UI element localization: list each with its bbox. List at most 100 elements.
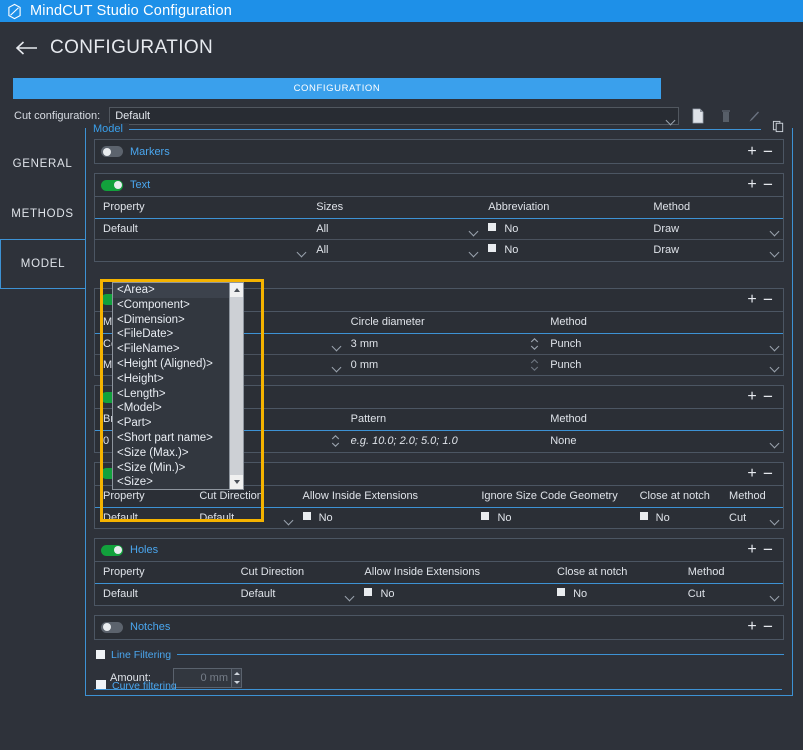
dropdown-option[interactable]: <Model>	[113, 401, 229, 416]
dropdown-scrollbar[interactable]	[229, 283, 243, 489]
cell-allow-inside[interactable]: No	[344, 584, 549, 605]
text-toggle[interactable]	[101, 179, 123, 191]
notches-add-button[interactable]: +	[744, 619, 760, 635]
dropdown-option[interactable]: <Short part name>	[113, 431, 229, 446]
dropdown-option[interactable]: <Height (Aligned)>	[113, 357, 229, 372]
dropdown-option[interactable]: <Component>	[113, 298, 229, 313]
cell-cut-direction[interactable]: Default	[191, 507, 294, 528]
table-row[interactable]: Default Default No No	[95, 584, 783, 605]
cell-method-value: Punch	[550, 358, 582, 371]
amount-stepper-buttons[interactable]	[231, 667, 242, 688]
col-sizes: Sizes	[308, 197, 481, 219]
dropdown-option[interactable]: <Height>	[113, 372, 229, 387]
contour-add-button[interactable]: +	[744, 465, 760, 481]
spinner-icon[interactable]	[331, 434, 340, 448]
cell-method[interactable]: Cut	[721, 507, 783, 528]
holes-add-button[interactable]: +	[744, 542, 760, 558]
holes-remove-button[interactable]: −	[760, 541, 776, 558]
dropdown-option[interactable]: <Dimension>	[113, 313, 229, 328]
cell-abbreviation[interactable]: No	[468, 218, 646, 240]
dropdown-option[interactable]: <Part>	[113, 416, 229, 431]
abbreviation-checkbox[interactable]	[488, 223, 497, 231]
dropdown-option[interactable]: <Size (Max.)>	[113, 446, 229, 461]
table-row[interactable]: Default Default No No	[95, 507, 783, 528]
notches-remove-button[interactable]: −	[760, 618, 776, 635]
cell-method[interactable]: Cut	[680, 584, 783, 605]
break-remove-button[interactable]: −	[760, 388, 776, 405]
allow-inside-checkbox[interactable]	[302, 511, 311, 520]
cut-configuration-label: Cut configuration:	[14, 110, 101, 122]
tab-configuration[interactable]: CONFIGURATION	[13, 78, 661, 99]
cell-abbreviation[interactable]: No	[468, 240, 645, 261]
scrollbar-thumb[interactable]	[230, 297, 243, 475]
holes-toggle[interactable]	[101, 544, 123, 556]
table-row[interactable]: All No Draw	[95, 240, 783, 261]
page-header: CONFIGURATION	[0, 22, 803, 74]
allow-inside-checkbox[interactable]	[364, 588, 373, 597]
notches-toggle[interactable]	[101, 621, 123, 633]
arrow-up-icon[interactable]	[232, 669, 241, 678]
dropdown-option[interactable]: <Area>	[113, 283, 229, 298]
cell-ignore-size-value: No	[497, 511, 512, 524]
curve-filtering-group-clipped[interactable]: Curve filtering	[96, 680, 177, 689]
sidebar-item-general[interactable]: GENERAL	[0, 139, 85, 189]
break-add-button[interactable]: +	[744, 389, 760, 405]
markers-remove-button[interactable]: −	[760, 143, 776, 160]
punch-add-button[interactable]: +	[744, 291, 760, 307]
cell-property: Default	[103, 511, 138, 524]
markers-toggle[interactable]	[101, 146, 123, 157]
line-filtering-checkbox[interactable]	[96, 650, 105, 659]
curve-filtering-checkbox[interactable]	[96, 680, 106, 689]
markers-add-button[interactable]: +	[744, 143, 760, 159]
chevron-down-icon	[468, 226, 479, 238]
close-notch-checkbox[interactable]	[557, 588, 566, 597]
cell-method[interactable]: None	[542, 431, 783, 452]
cell-method[interactable]: Draw	[645, 240, 783, 261]
cell-allow-inside[interactable]: No	[283, 507, 474, 528]
dropdown-option[interactable]: <FileDate>	[113, 327, 229, 342]
property-dropdown-listbox[interactable]: <Area> <Component> <Dimension> <FileDate…	[112, 282, 244, 490]
cell-circle-diameter[interactable]: 3 mm	[331, 333, 543, 355]
cell-method-value: Cut	[687, 588, 705, 601]
section-text-title: Text	[130, 179, 151, 191]
cell-method[interactable]: Punch	[531, 333, 783, 355]
dropdown-option[interactable]: <FileName>	[113, 342, 229, 357]
cell-sizes[interactable]: All	[296, 240, 480, 261]
cell-method[interactable]: Punch	[531, 354, 783, 375]
cell-close-notch[interactable]: No	[549, 584, 680, 605]
scroll-up-arrow-icon[interactable]	[230, 283, 243, 297]
col-method: Method	[542, 409, 783, 431]
cell-method[interactable]: Draw	[645, 218, 783, 240]
section-text: Text + − Property Sizes Abbreviation Met…	[94, 173, 784, 262]
sidebar-item-methods[interactable]: METHODS	[0, 189, 85, 239]
dropdown-option[interactable]: <Length>	[113, 387, 229, 402]
table-header-row: Property Sizes Abbreviation Method	[95, 197, 783, 219]
cell-pattern[interactable]: e.g. 10.0; 2.0; 5.0; 1.0	[331, 431, 543, 452]
cell-sizes[interactable]: All	[308, 218, 481, 240]
close-notch-checkbox[interactable]	[639, 511, 648, 520]
arrow-down-icon[interactable]	[232, 678, 241, 687]
ignore-size-checkbox[interactable]	[481, 511, 490, 520]
sidebar-item-model[interactable]: MODEL	[0, 239, 85, 289]
col-method: Method	[721, 485, 783, 508]
text-add-button[interactable]: +	[744, 177, 760, 193]
cell-property: Default	[103, 588, 138, 601]
punch-remove-button[interactable]: −	[760, 291, 776, 308]
col-property: Property	[95, 562, 233, 584]
abbreviation-checkbox[interactable]	[488, 244, 497, 253]
text-remove-button[interactable]: −	[760, 176, 776, 193]
cell-ignore-size[interactable]: No	[473, 507, 631, 528]
back-arrow-icon[interactable]	[14, 37, 40, 59]
contour-remove-button[interactable]: −	[760, 465, 776, 482]
scroll-down-arrow-icon[interactable]	[230, 475, 243, 489]
spinner-icon[interactable]	[530, 358, 539, 372]
copy-pages-icon[interactable]	[768, 120, 785, 138]
cell-circle-diameter[interactable]: 0 mm	[331, 354, 543, 375]
cell-cut-direction[interactable]: Default	[233, 584, 357, 605]
table-row[interactable]: Default All No Draw	[95, 218, 783, 240]
dropdown-option[interactable]: <Size>	[113, 475, 229, 489]
amount-stepper[interactable]: 0 mm	[173, 667, 242, 688]
cell-close-notch[interactable]: No	[632, 507, 721, 528]
dropdown-option[interactable]: <Size (Min.)>	[113, 461, 229, 476]
spinner-icon[interactable]	[530, 337, 539, 351]
